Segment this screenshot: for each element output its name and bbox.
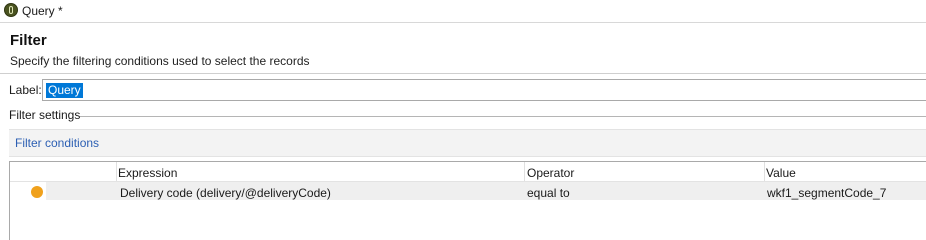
label-row: Label: Query: [0, 79, 926, 101]
filter-conditions-link[interactable]: Filter conditions: [15, 136, 99, 150]
filter-settings-divider: [80, 116, 926, 117]
cell-expression: Delivery code (delivery/@deliveryCode): [120, 186, 331, 200]
column-header-operator[interactable]: Operator: [527, 166, 574, 180]
label-caption: Label:: [9, 83, 42, 97]
filter-header: Filter Specify the filtering conditions …: [0, 23, 926, 73]
column-separator[interactable]: [764, 162, 765, 181]
table-row[interactable]: Delivery code (delivery/@deliveryCode) e…: [46, 182, 926, 200]
page-subtitle: Specify the filtering conditions used to…: [10, 54, 310, 68]
filter-settings-caption: Filter settings: [9, 108, 81, 122]
column-separator[interactable]: [116, 162, 117, 181]
column-header-expression[interactable]: Expression: [118, 166, 177, 180]
label-input[interactable]: Query: [42, 79, 926, 101]
filter-conditions-bar: Filter conditions: [9, 129, 926, 157]
window-title: Query *: [22, 4, 63, 18]
grid-header: Expression Operator Value: [10, 162, 926, 182]
window-titlebar: Query *: [0, 0, 926, 23]
cell-operator: equal to: [527, 186, 570, 200]
app-logo-icon: [4, 3, 18, 17]
column-header-value[interactable]: Value: [766, 166, 796, 180]
header-divider: [0, 73, 926, 74]
label-input-value[interactable]: Query: [46, 83, 83, 98]
page-title: Filter: [10, 32, 47, 49]
cell-value: wkf1_segmentCode_7: [767, 186, 887, 200]
column-separator[interactable]: [524, 162, 525, 181]
condition-status-icon: [31, 186, 43, 198]
filter-settings-section: Filter settings: [0, 107, 926, 123]
conditions-grid[interactable]: Expression Operator Value Delivery code …: [9, 161, 926, 240]
